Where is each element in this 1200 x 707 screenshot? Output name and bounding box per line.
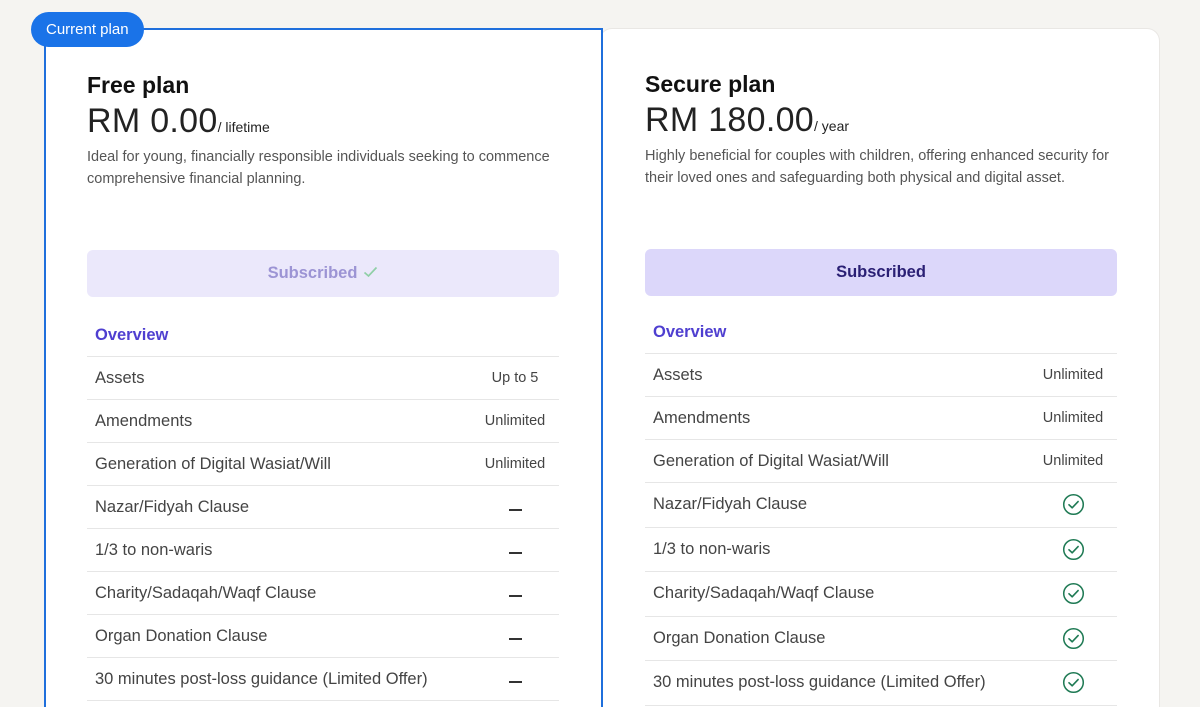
check-circle-icon [1041, 538, 1105, 561]
feature-row: 1/3 to non-waris [645, 528, 1117, 572]
check-circle-icon [1041, 671, 1105, 694]
feature-label: 1/3 to non-waris [95, 540, 213, 559]
feature-label: Amendments [95, 411, 193, 430]
feature-row: Nazar/Fidyah Clause [87, 486, 559, 529]
feature-value: Unlimited [484, 456, 546, 472]
feature-label: Generation of Digital Wasiat/Will [653, 451, 889, 470]
feature-row: Organ Donation Clause [87, 615, 559, 658]
dash-icon [483, 585, 547, 601]
feature-row: 30 minutes post-loss guidance (Limited O… [645, 661, 1117, 706]
check-circle-icon [1041, 627, 1105, 650]
feature-label: Amendments [653, 408, 751, 427]
plan-price: RM 0.00 [87, 102, 218, 140]
feature-value: Unlimited [1042, 453, 1104, 469]
feature-label: Assets [653, 365, 703, 384]
feature-row: Generation of Digital Wasiat/Will Unlimit… [87, 443, 559, 486]
feature-label: Assets [95, 368, 145, 387]
feature-label: Organ Donation Clause [95, 626, 268, 645]
secure-subscribed-button[interactable]: Subscribed [645, 249, 1117, 296]
feature-label: Charity/Sadaqah/Waqf Clause [95, 583, 317, 602]
dash-icon [483, 671, 547, 687]
feature-row: Charity/Sadaqah/Waqf Clause [645, 572, 1117, 617]
price-line: RM 180.00/ year [645, 101, 1117, 141]
feature-row: Assets Unlimited [645, 354, 1117, 397]
secure-features-table: Overview Assets Unlimited Amendments Unlimi… [645, 311, 1117, 706]
plan-name: Free plan [87, 72, 190, 98]
overview-heading: Overview [645, 311, 1117, 354]
feature-row: Assets Up to 5 [87, 357, 559, 400]
check-circle-icon [1041, 493, 1105, 516]
price-line: RM 0.00/ lifetime [87, 102, 559, 142]
feature-value: Unlimited [1042, 367, 1104, 383]
feature-row: 1/3 to non-waris [87, 529, 559, 572]
plan-description: Highly beneficial for couples with child… [645, 148, 1109, 186]
feature-label: 30 minutes post-loss guidance (Limited O… [95, 669, 428, 688]
feature-row: Organ Donation Clause [645, 617, 1117, 661]
feature-label: Nazar/Fidyah Clause [95, 497, 250, 516]
feature-value: Unlimited [1042, 410, 1104, 426]
plan-period: / lifetime [217, 119, 270, 135]
plan-price: RM 180.00 [645, 101, 815, 139]
free-features-table: Overview Assets Up to 5 Amendments Unlimite… [87, 314, 559, 701]
feature-value: Unlimited [484, 413, 546, 429]
feature-row: Nazar/Fidyah Clause [645, 483, 1117, 528]
dash-icon [483, 628, 547, 644]
feature-label: Nazar/Fidyah Clause [653, 495, 808, 514]
feature-row: Charity/Sadaqah/Waqf Clause [87, 572, 559, 615]
secure-plan-header: Secure plan RM 180.00/ year Highly benef… [645, 71, 1117, 189]
free-subscribed-button[interactable]: Subscribed [87, 250, 559, 297]
feature-row: 30 minutes post-loss guidance (Limited O… [87, 658, 559, 701]
feature-label: 1/3 to non-waris [653, 539, 771, 558]
feature-label: 30 minutes post-loss guidance (Limited O… [653, 673, 986, 692]
feature-row: Amendments Unlimited [87, 400, 559, 443]
free-plan-header: Free plan RM 0.00/ lifetime Ideal for yo… [87, 72, 559, 190]
overview-heading: Overview [87, 314, 559, 357]
plan-name: Secure plan [645, 71, 776, 97]
dash-icon [483, 542, 547, 558]
check-circle-icon [1041, 582, 1105, 605]
feature-label: Organ Donation Clause [653, 628, 826, 647]
feature-row: Amendments Unlimited [645, 397, 1117, 440]
subscribed-label: Subscribed [836, 263, 926, 281]
dash-icon [483, 499, 547, 515]
check-icon [363, 265, 378, 282]
feature-label: Charity/Sadaqah/Waqf Clause [653, 584, 875, 603]
feature-label: Generation of Digital Wasiat/Will [95, 454, 331, 473]
plan-description: Ideal for young, financially responsible… [87, 149, 550, 187]
subscribed-label: Subscribed [267, 264, 358, 282]
plan-period: / year [814, 118, 850, 134]
current-plan-badge: Current plan [31, 12, 144, 47]
feature-value: Up to 5 [491, 370, 539, 386]
feature-row: Generation of Digital Wasiat/Will Unlimit… [645, 440, 1117, 483]
